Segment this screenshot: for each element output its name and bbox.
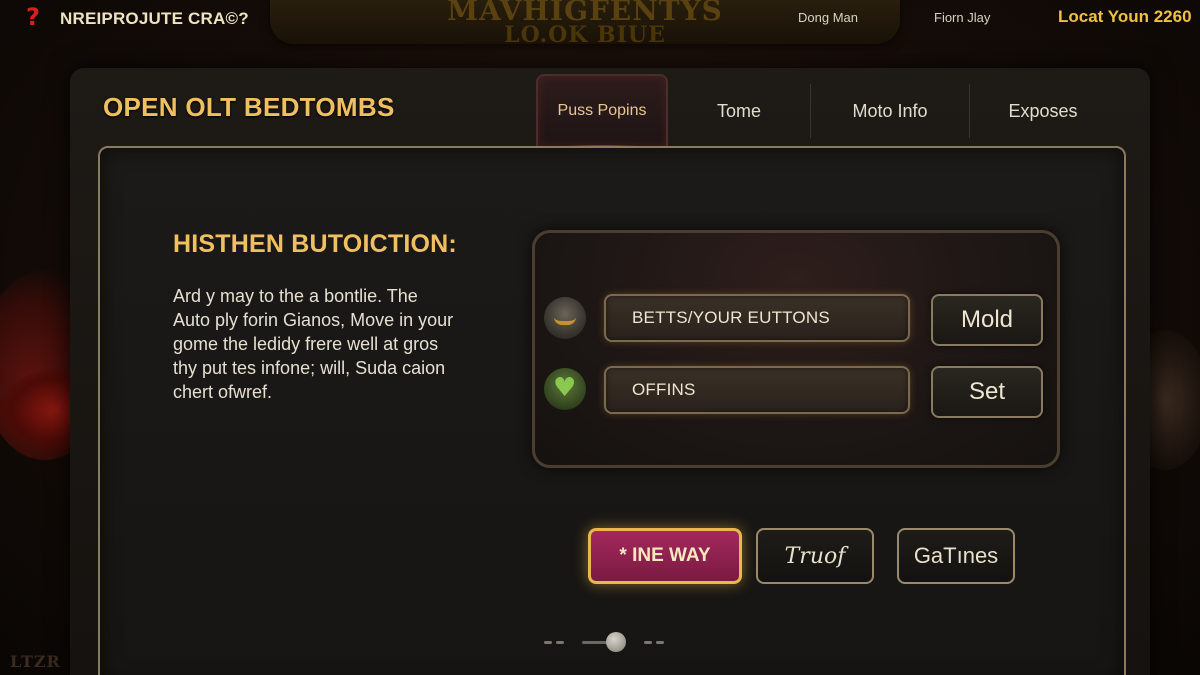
description-line: chert ofwref. <box>173 382 273 402</box>
tab-puss-popins[interactable]: Puss Popins <box>536 74 668 148</box>
tab-bar: Puss Popins Tome Moto Info Exposes <box>536 74 1116 148</box>
pager-dot <box>656 641 664 644</box>
question-mark-icon[interactable]: ? <box>26 5 46 29</box>
description-text: Ard y may to the a bontlie. The Auto ply… <box>173 284 473 404</box>
ine-way-button[interactable]: * INE WAY <box>588 528 742 584</box>
pager-dot <box>556 641 564 644</box>
section-heading: HISTHEN BUTOICTION: <box>173 230 457 258</box>
page-title: OPEN OLT BEDTOMBS <box>103 92 395 122</box>
description-line: gome the ledidy frere well at gros <box>173 334 439 354</box>
description-line: Auto ply forin Gianos, Move in your <box>173 310 454 330</box>
app-title: NREIPROJUTE CRA©? <box>60 9 249 28</box>
background-corner-text: LTZR <box>10 652 61 671</box>
set-button[interactable]: Set <box>931 366 1043 418</box>
tab-moto-info[interactable]: Moto Info <box>811 74 969 148</box>
pager-knob[interactable] <box>606 632 626 652</box>
description-line: Ard y may to the a bontlie. The <box>173 286 418 306</box>
buttons-field[interactable]: BETTS/YOUR EUTTONS <box>604 294 910 342</box>
mold-button[interactable]: Mold <box>931 294 1043 346</box>
games-button[interactable]: GaTınes <box>897 528 1015 584</box>
settings-box <box>532 230 1060 468</box>
tab-tome[interactable]: Tome <box>668 74 810 148</box>
banner-line-2: LO.OK BIUE <box>504 22 666 44</box>
offins-field[interactable]: OFFINS <box>604 366 910 414</box>
tab-exposes[interactable]: Exposes <box>970 74 1116 148</box>
heart-badge-icon <box>544 368 586 410</box>
pager-dot <box>644 641 652 644</box>
top-link-dong-man[interactable]: Dong Man <box>798 10 858 25</box>
pager-dot <box>544 641 552 644</box>
location-status: Locat Youn 2260 <box>1058 7 1192 26</box>
truof-button[interactable]: Truof <box>756 528 874 584</box>
top-link-fiorn-jlay[interactable]: Fiorn Jlay <box>934 10 990 25</box>
top-bar: ? NREIPROJUTE CRA©? MAVHIGFENTYS LO.OK B… <box>0 0 1200 44</box>
crown-badge-icon <box>544 297 586 339</box>
pager-slider[interactable] <box>540 630 670 654</box>
description-line: thy put tes infone; will, Suda caion <box>173 358 446 378</box>
